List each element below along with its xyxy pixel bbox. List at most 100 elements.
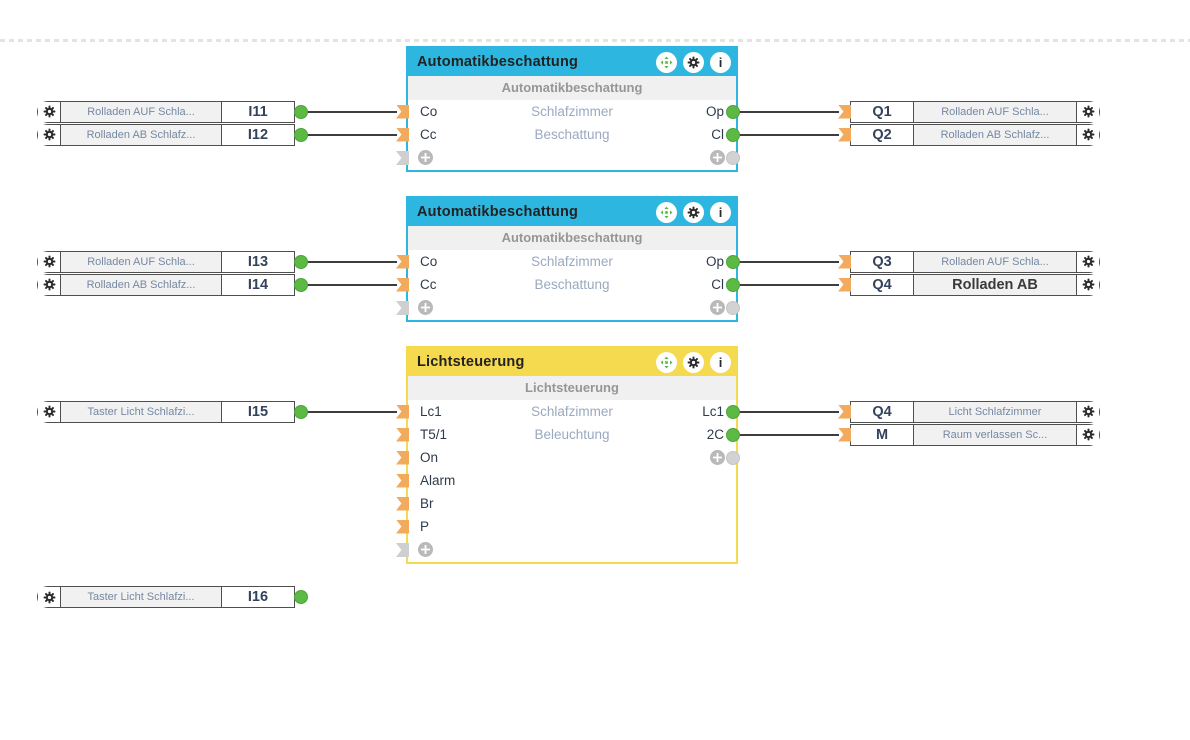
output-connector[interactable]	[726, 427, 740, 442]
wire[interactable]	[738, 283, 839, 286]
input-reference[interactable]: Rolladen AUF Schla... I11	[37, 100, 295, 123]
input-reference-label: Rolladen AUF Schla...	[60, 101, 221, 122]
input-reference[interactable]: Taster Licht Schlafzi... I16	[37, 586, 295, 608]
output-connector[interactable]	[726, 104, 740, 119]
input-connector[interactable]	[396, 254, 409, 269]
connector-placeholder[interactable]	[396, 151, 409, 165]
block-row-description: Schlafzimmer	[531, 404, 613, 419]
gear-icon[interactable]	[38, 101, 60, 122]
output-connector[interactable]	[726, 127, 740, 142]
input-reference-id: I16	[221, 587, 294, 607]
input-connector[interactable]	[396, 404, 409, 419]
gear-icon[interactable]	[1077, 424, 1099, 445]
block-input-name: Br	[420, 496, 434, 511]
output-connector[interactable]	[294, 277, 308, 292]
add-input-button[interactable]	[418, 300, 433, 315]
output-connector[interactable]	[294, 404, 308, 419]
block-header[interactable]: Automatikbeschattung i	[408, 48, 736, 76]
gear-icon[interactable]	[38, 251, 60, 272]
gear-icon[interactable]	[38, 124, 60, 145]
gear-icon[interactable]	[683, 351, 704, 373]
input-connector[interactable]	[838, 127, 851, 142]
output-connector[interactable]	[726, 277, 740, 292]
output-reference[interactable]: Q4 Licht Schlafzimmer	[850, 400, 1100, 423]
output-connector[interactable]	[726, 254, 740, 269]
output-connector[interactable]	[294, 590, 308, 604]
gear-icon[interactable]	[38, 274, 60, 295]
info-icon[interactable]: i	[710, 51, 731, 73]
wire[interactable]	[738, 110, 839, 113]
output-reference[interactable]: Q1 Rolladen AUF Schla...	[850, 100, 1100, 123]
input-connector[interactable]	[396, 104, 409, 119]
gear-icon[interactable]	[1077, 274, 1099, 295]
input-connector[interactable]	[396, 427, 409, 442]
output-connector[interactable]	[726, 404, 740, 419]
block-input-name: Co	[420, 254, 438, 269]
block-row: Lc1 Schlafzimmer Lc1	[408, 400, 736, 423]
output-connector[interactable]	[294, 127, 308, 142]
move-icon[interactable]	[656, 201, 677, 223]
input-connector[interactable]	[396, 127, 409, 142]
input-reference[interactable]: Rolladen AB Schlafz... I12	[37, 123, 295, 146]
block-bottom-row	[408, 538, 736, 562]
block-input-name: Cc	[420, 277, 437, 292]
input-reference[interactable]: Rolladen AB Schlafz... I14	[37, 273, 295, 296]
wire[interactable]	[738, 133, 839, 136]
gear-icon[interactable]	[1077, 101, 1099, 122]
connector-placeholder[interactable]	[396, 543, 409, 557]
input-connector[interactable]	[396, 473, 409, 488]
input-connector[interactable]	[396, 496, 409, 511]
move-icon[interactable]	[656, 51, 677, 73]
wire[interactable]	[306, 410, 397, 413]
gear-icon[interactable]	[683, 51, 704, 73]
gear-icon[interactable]	[683, 201, 704, 223]
wire[interactable]	[738, 410, 839, 413]
wire[interactable]	[738, 433, 839, 436]
connector-placeholder[interactable]	[726, 301, 740, 315]
input-reference[interactable]: Taster Licht Schlafzi... I15	[37, 400, 295, 423]
input-connector[interactable]	[838, 427, 851, 442]
input-connector[interactable]	[838, 404, 851, 419]
block-title: Automatikbeschattung	[417, 204, 579, 220]
output-reference[interactable]: Q3 Rolladen AUF Schla...	[850, 250, 1100, 273]
connector-placeholder[interactable]	[726, 450, 740, 465]
add-input-button[interactable]	[418, 150, 433, 165]
block-header[interactable]: Automatikbeschattung i	[408, 198, 736, 226]
add-output-button[interactable]	[710, 300, 725, 315]
input-connector[interactable]	[396, 519, 409, 534]
add-output-button[interactable]	[710, 449, 725, 465]
gear-icon[interactable]	[1077, 124, 1099, 145]
output-reference[interactable]: M Raum verlassen Sc...	[850, 423, 1100, 446]
output-connector[interactable]	[294, 104, 308, 119]
connector-placeholder[interactable]	[396, 301, 409, 315]
input-connector[interactable]	[396, 277, 409, 292]
wire[interactable]	[738, 260, 839, 263]
input-connector[interactable]	[396, 450, 409, 465]
workspace-canvas[interactable]: Automatikbeschattung i Automatikbeschattun…	[0, 0, 1190, 740]
wire[interactable]	[306, 283, 397, 286]
output-reference-id: Q2	[851, 124, 914, 145]
info-icon[interactable]: i	[710, 351, 731, 373]
add-input-button[interactable]	[418, 542, 433, 557]
function-block: Automatikbeschattung i Automatikbeschattun…	[406, 196, 738, 322]
wire[interactable]	[306, 110, 397, 113]
move-icon[interactable]	[656, 351, 677, 373]
input-connector[interactable]	[838, 104, 851, 119]
output-reference[interactable]: Q4 Rolladen AB	[850, 273, 1100, 296]
gear-icon[interactable]	[1077, 401, 1099, 422]
wire[interactable]	[306, 260, 397, 263]
info-icon[interactable]: i	[710, 201, 731, 223]
wire[interactable]	[306, 133, 397, 136]
block-header[interactable]: Lichtsteuerung i	[408, 348, 736, 376]
gear-icon[interactable]	[38, 587, 60, 607]
input-connector[interactable]	[838, 277, 851, 292]
input-reference[interactable]: Rolladen AUF Schla... I13	[37, 250, 295, 273]
output-reference[interactable]: Q2 Rolladen AB Schlafz...	[850, 123, 1100, 146]
output-connector[interactable]	[294, 254, 308, 269]
gear-icon[interactable]	[1077, 251, 1099, 272]
gear-icon[interactable]	[38, 401, 60, 422]
input-connector[interactable]	[838, 254, 851, 269]
connector-placeholder[interactable]	[726, 151, 740, 165]
output-reference-id: Q4	[851, 274, 914, 295]
add-output-button[interactable]	[710, 150, 725, 165]
